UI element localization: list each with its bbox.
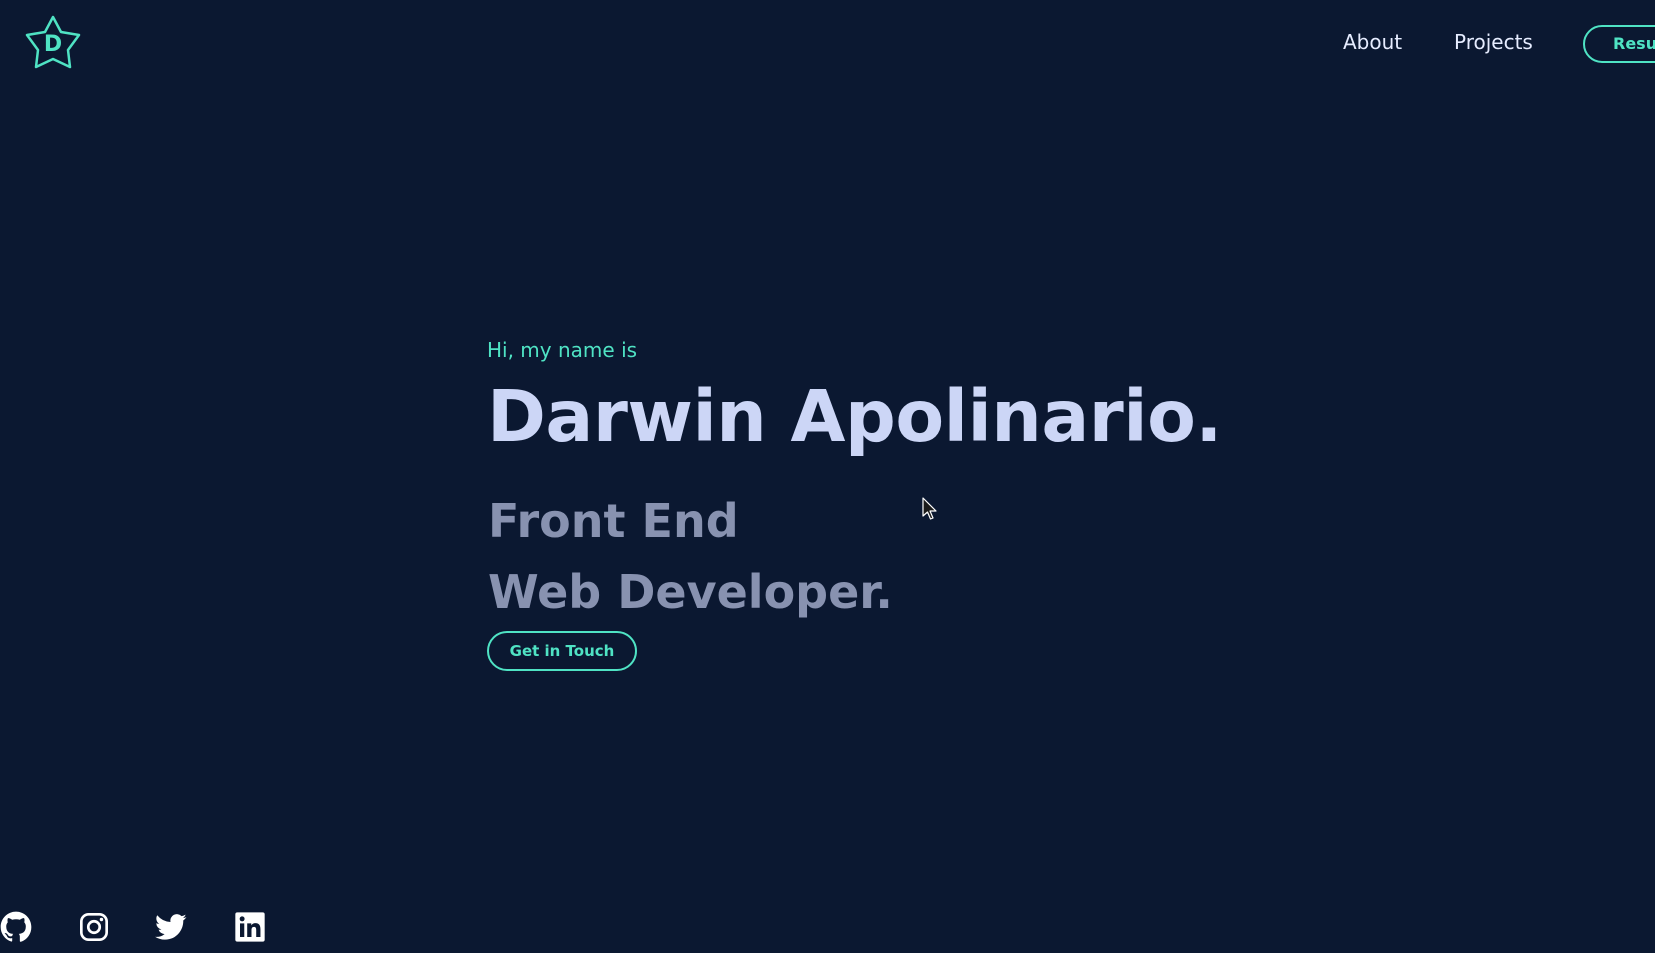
github-link[interactable]	[0, 911, 32, 943]
role-line-1: Front End	[488, 494, 739, 548]
github-icon	[0, 911, 32, 942]
twitter-icon	[155, 914, 187, 940]
hero-name: Darwin Apolinario.	[487, 375, 1222, 458]
intro-text: Hi, my name is	[487, 338, 638, 362]
resume-button[interactable]: Resume	[1583, 25, 1655, 63]
star-logo-icon: D	[25, 15, 81, 69]
linkedin-icon	[235, 912, 265, 942]
twitter-link[interactable]	[155, 911, 187, 943]
get-in-touch-button[interactable]: Get in Touch	[487, 631, 637, 671]
role-line-2: Web Developer.	[488, 565, 893, 619]
logo-link[interactable]: D	[23, 15, 83, 69]
nav-projects-link[interactable]: Projects	[1454, 30, 1533, 54]
instagram-icon	[80, 913, 108, 941]
nav-about-link[interactable]: About	[1343, 30, 1402, 54]
linkedin-link[interactable]	[234, 911, 266, 943]
portfolio-page: D About Projects Resume Hi, my name is D…	[0, 0, 1655, 953]
instagram-link[interactable]	[78, 911, 110, 943]
mouse-pointer-icon	[922, 497, 938, 521]
logo-letter: D	[44, 32, 62, 57]
